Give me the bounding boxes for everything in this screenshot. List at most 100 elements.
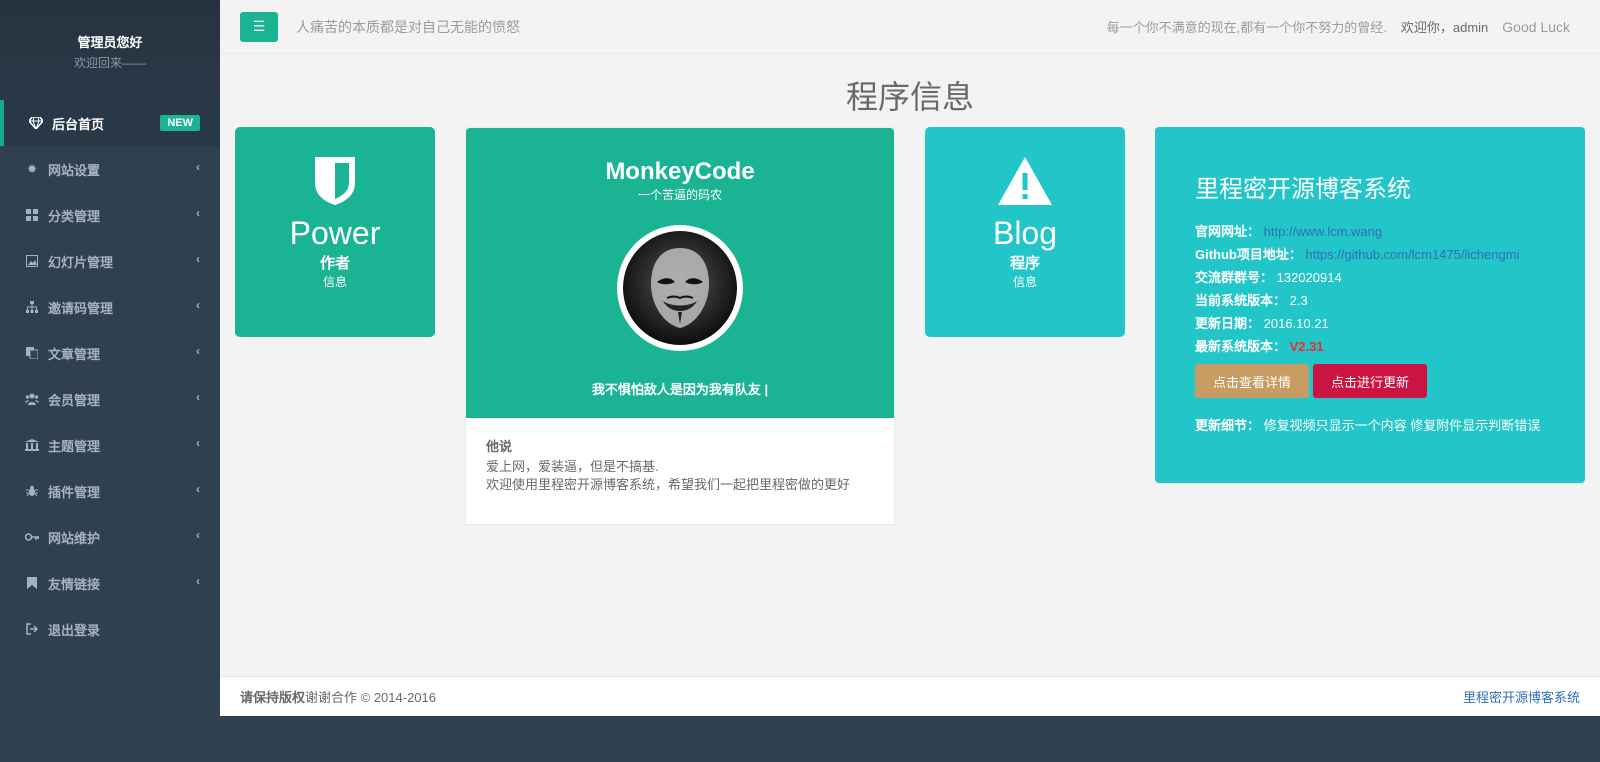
sidebar-item-slides[interactable]: 幻灯片管理 ‹ <box>0 238 220 284</box>
github-key: Github项目地址： <box>1195 247 1302 262</box>
power-info-label: 信息 <box>322 275 347 289</box>
group-key: 交流群群号： <box>1195 270 1274 285</box>
copyright-text: 谢谢合作 © 2014-2016 <box>305 690 436 705</box>
power-author-label: 作者 <box>319 255 350 272</box>
page-title: 程序信息 <box>845 79 974 115</box>
date-value: 2016.10.21 <box>1263 316 1329 331</box>
sidebar-item-label: 文章管理 <box>48 346 101 362</box>
admin-greeting: 管理员您好 <box>77 35 143 50</box>
good-luck-link[interactable]: Good Luck <box>1502 19 1570 35</box>
sidebar-item-plugins[interactable]: 插件管理 ‹ <box>0 468 220 514</box>
menu-toggle-button[interactable]: ☰ <box>240 11 278 42</box>
main-content: ☰ 人痛苦的本质都是对自己无能的愤怒 每一个你不满意的现在,都有一个你不努力的曾… <box>220 0 1600 715</box>
chevron-left-icon: ‹ <box>196 298 200 312</box>
footer: 请保持版权 谢谢合作 © 2014-2016 里程密开源博客系统 <box>220 676 1600 716</box>
sidebar-item-label: 网站设置 <box>48 162 101 178</box>
github-link[interactable]: https://github.com/lcm1475/lichengmi <box>1306 247 1520 262</box>
top-right-area: 每一个你不满意的现在,都有一个你不努力的曾经. 欢迎你，admin Good L… <box>1107 17 1570 36</box>
sidebar-item-invite-codes[interactable]: 邀请码管理 ‹ <box>0 284 220 330</box>
system-info-card: 里程密开源博客系统 官网网址： http://www.lcm.wang Gith… <box>1155 127 1585 483</box>
blog-info-label: 信息 <box>1012 275 1037 289</box>
version-value: 2.3 <box>1289 293 1308 308</box>
github-row: Github项目地址： https://github.com/lcm1475/l… <box>1195 243 1545 266</box>
sidebar-item-label: 网站维护 <box>48 530 101 546</box>
sidebar-item-label: 会员管理 <box>48 392 101 408</box>
run-update-button[interactable]: 点击进行更新 <box>1313 364 1428 398</box>
sidebar-item-label: 分类管理 <box>48 208 101 224</box>
motto-text: 每一个你不满意的现在,都有一个你不努力的曾经. <box>1106 20 1387 35</box>
sidebar-item-label: 友情链接 <box>48 576 101 592</box>
version-row: 当前系统版本： 2.3 <box>1195 289 1545 312</box>
mask-avatar-image <box>623 231 737 345</box>
sidebar: 管理员您好 欢迎回来—— 后台首页 NEW ✹ 网站设置 ‹ 分类管理 ‹ 幻灯… <box>0 0 220 762</box>
welcome-user: 欢迎你，admin <box>1400 20 1489 35</box>
new-badge: NEW <box>160 115 200 131</box>
view-details-button[interactable]: 点击查看详情 <box>1195 364 1310 398</box>
profile-body: 他说 爱上网，爱装逼，但是不搞基. 欢迎使用里程密开源博客系统，希望我们一起把里… <box>466 418 894 514</box>
top-navbar: ☰ 人痛苦的本质都是对自己无能的愤怒 每一个你不满意的现在,都有一个你不努力的曾… <box>220 0 1600 54</box>
power-card: Power 作者 信息 <box>235 127 435 337</box>
grid-icon <box>24 209 40 221</box>
sidebar-item-links[interactable]: 友情链接 ‹ <box>0 560 220 606</box>
chevron-left-icon: ‹ <box>196 528 200 542</box>
bio-line-2: 欢迎使用里程密开源博客系统，希望我们一起把里程密做的更好 <box>486 477 851 492</box>
tagline: 人痛苦的本质都是对自己无能的愤怒 <box>296 18 520 35</box>
chevron-left-icon: ‹ <box>196 344 200 358</box>
welcome-text: 欢迎回来—— <box>73 56 146 70</box>
version-key: 当前系统版本： <box>1195 293 1287 308</box>
sidebar-item-label: 退出登录 <box>48 622 101 638</box>
image-icon <box>24 255 40 267</box>
chevron-left-icon: ‹ <box>196 390 200 404</box>
chevron-left-icon: ‹ <box>196 252 200 266</box>
sidebar-item-site-settings[interactable]: ✹ 网站设置 ‹ <box>0 146 220 192</box>
update-details-value: 修复视频只显示一个内容 修复附件显示判断错误 <box>1263 418 1541 433</box>
profile-name: MonkeyCode <box>605 158 755 185</box>
bookmark-icon <box>24 577 40 589</box>
sidebar-profile: 管理员您好 欢迎回来—— <box>0 0 220 100</box>
sidebar-nav: 后台首页 NEW ✹ 网站设置 ‹ 分类管理 ‹ 幻灯片管理 ‹ 邀请码管理 ‹… <box>0 100 220 652</box>
sidebar-item-categories[interactable]: 分类管理 ‹ <box>0 192 220 238</box>
footer-system-link[interactable]: 里程密开源博客系统 <box>1463 687 1580 706</box>
sidebar-item-label: 主题管理 <box>48 438 101 454</box>
key-icon <box>24 532 40 542</box>
sitemap-icon <box>24 301 40 313</box>
website-link[interactable]: http://www.lcm.wang <box>1264 224 1383 239</box>
sidebar-item-logout[interactable]: 退出登录 <box>0 606 220 652</box>
latest-version-value: V2.31 <box>1289 339 1324 354</box>
latest-version-key: 最新系统版本： <box>1195 339 1287 354</box>
sidebar-item-label: 邀请码管理 <box>48 300 114 316</box>
power-label: Power <box>289 215 381 251</box>
avatar <box>617 225 743 351</box>
sidebar-item-home[interactable]: 后台首页 NEW <box>0 100 220 146</box>
chevron-left-icon: ‹ <box>196 160 200 174</box>
bug-icon <box>24 485 40 497</box>
profile-header: MonkeyCode 一个苦逼的码农 我不惧怕敌人是因为我有队友 | <box>466 128 894 418</box>
update-details-key: 更新细节： <box>1195 418 1261 433</box>
shield-icon <box>235 157 435 209</box>
chevron-left-icon: ‹ <box>196 482 200 496</box>
hamburger-icon: ☰ <box>252 18 266 34</box>
bio-line-1: 爱上网，爱装逼，但是不搞基. <box>486 459 659 474</box>
system-title: 里程密开源博客系统 <box>1195 176 1411 203</box>
signout-icon <box>24 623 40 635</box>
sidebar-item-articles[interactable]: 文章管理 ‹ <box>0 330 220 376</box>
sidebar-item-label: 幻灯片管理 <box>48 254 114 270</box>
users-icon <box>24 393 40 405</box>
group-value: 132020914 <box>1276 270 1342 285</box>
sidebar-item-themes[interactable]: 主题管理 ‹ <box>0 422 220 468</box>
profile-card: MonkeyCode 一个苦逼的码农 我不惧怕敌人是因为我有队友 | 他说 爱上… <box>465 127 895 525</box>
sidebar-item-maintenance[interactable]: 网站维护 ‹ <box>0 514 220 560</box>
website-key: 官网网址： <box>1195 224 1261 239</box>
gear-icon: ✹ <box>26 162 38 176</box>
sidebar-item-label: 后台首页 <box>52 116 105 132</box>
diamond-icon <box>28 117 44 129</box>
date-row: 更新日期： 2016.10.21 <box>1195 312 1545 335</box>
warning-icon <box>925 157 1125 209</box>
copyright-bold: 请保持版权 <box>240 690 306 705</box>
copy-icon <box>24 347 40 359</box>
group-row: 交流群群号： 132020914 <box>1195 266 1545 289</box>
blog-card: Blog 程序 信息 <box>925 127 1125 337</box>
date-key: 更新日期： <box>1195 316 1261 331</box>
sidebar-item-members[interactable]: 会员管理 ‹ <box>0 376 220 422</box>
bank-icon <box>24 439 40 451</box>
